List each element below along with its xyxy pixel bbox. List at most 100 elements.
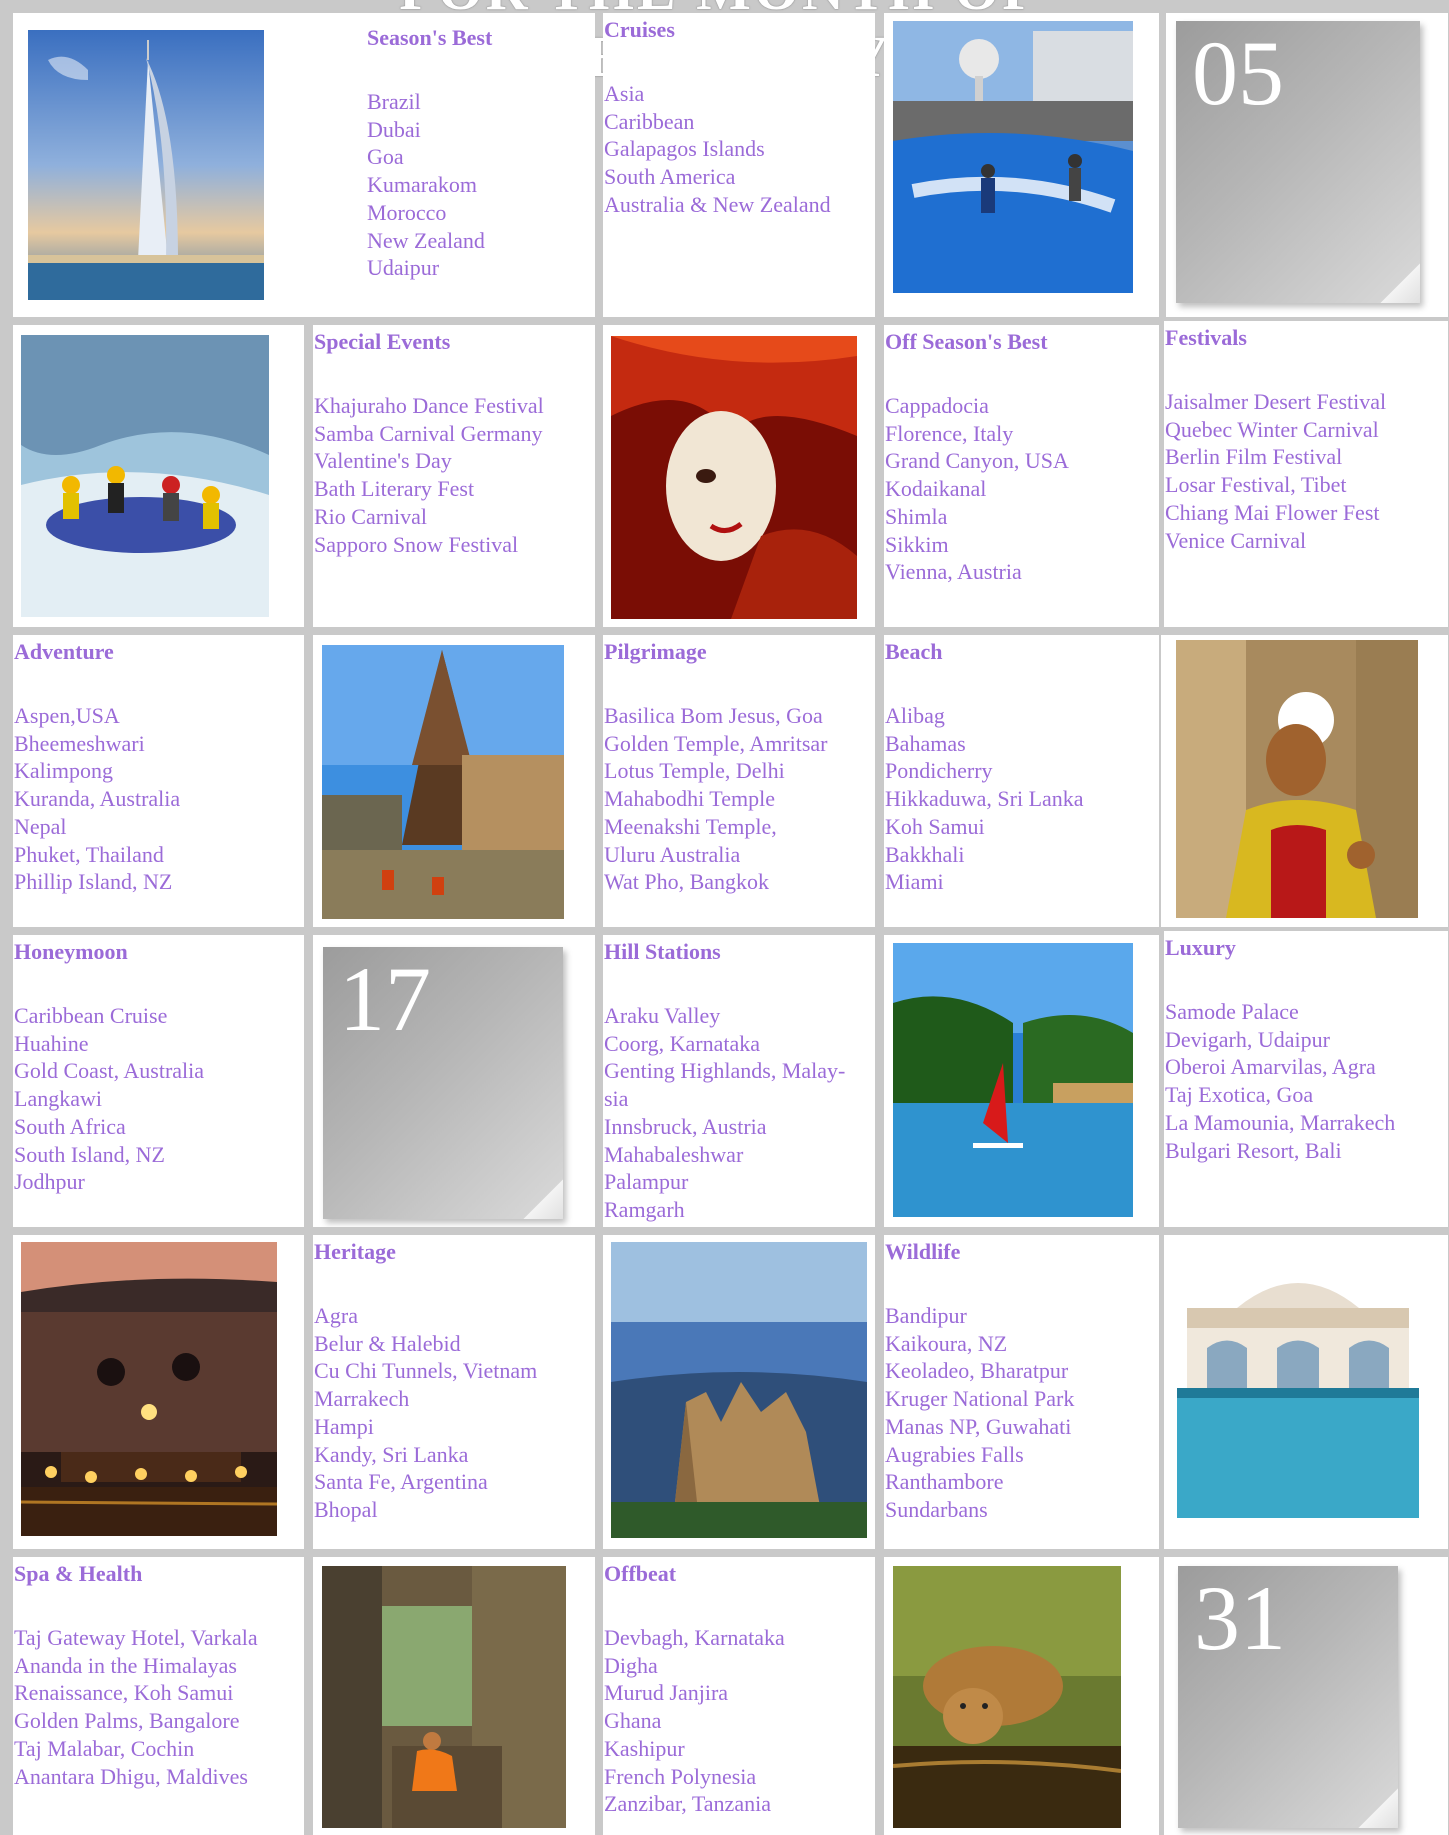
festivals-link[interactable]: Losar Festival, Tibet xyxy=(1165,472,1347,497)
adventure-link[interactable]: Nepal xyxy=(14,814,67,839)
list-item[interactable]: Taj Malabar, Cochin xyxy=(14,1735,304,1763)
luxury-link[interactable]: La Mamounia, Marrakech xyxy=(1165,1110,1395,1135)
list-item[interactable]: Langkawi xyxy=(14,1085,304,1113)
wildlife-link[interactable]: Ranthambore xyxy=(885,1469,1004,1494)
offbeat-link[interactable]: Devbagh, Karnataka xyxy=(604,1625,785,1650)
heritage-link[interactable]: Santa Fe, Argentina xyxy=(314,1469,488,1494)
list-item[interactable]: Innsbruck, Austria xyxy=(604,1113,875,1141)
list-item[interactable]: Meenakshi Temple, xyxy=(604,813,875,841)
list-item[interactable]: Manas NP, Guwahati xyxy=(885,1413,1159,1441)
special-events-link[interactable]: Valentine's Day xyxy=(314,448,452,473)
seasons-best-link[interactable]: Kumarakom xyxy=(367,172,477,197)
list-item[interactable]: Bulgari Resort, Bali xyxy=(1165,1137,1448,1165)
list-item[interactable]: Keoladeo, Bharatpur xyxy=(885,1357,1159,1385)
hill-stations-link[interactable]: Genting Highlands, Malay- xyxy=(604,1058,845,1083)
list-item[interactable]: Losar Festival, Tibet xyxy=(1165,471,1448,499)
list-item[interactable]: South Island, NZ xyxy=(14,1141,304,1169)
list-item[interactable]: Belur & Halebid xyxy=(314,1330,595,1358)
spa-link[interactable]: Ananda in the Himalayas xyxy=(14,1653,237,1678)
list-item[interactable]: Basilica Bom Jesus, Goa xyxy=(604,702,875,730)
list-item[interactable]: Golden Palms, Bangalore xyxy=(14,1707,304,1735)
wildlife-link[interactable]: Augrabies Falls xyxy=(885,1442,1024,1467)
wildlife-link[interactable]: Bandipur xyxy=(885,1303,967,1328)
list-item[interactable]: Kuranda, Australia xyxy=(14,785,304,813)
list-item[interactable]: Bhopal xyxy=(314,1496,595,1524)
list-item[interactable]: Hampi xyxy=(314,1413,595,1441)
list-item[interactable]: Florence, Italy xyxy=(885,420,1159,448)
adventure-link[interactable]: Phillip Island, NZ xyxy=(14,869,172,894)
list-item[interactable]: South America xyxy=(604,163,875,191)
list-item[interactable]: Sapporo Snow Festival xyxy=(314,531,595,559)
offbeat-link[interactable]: Zanzibar, Tanzania xyxy=(604,1791,771,1816)
special-events-link[interactable]: Khajuraho Dance Festival xyxy=(314,393,544,418)
list-item[interactable]: Kalimpong xyxy=(14,757,304,785)
festivals-link[interactable]: Jaisalmer Desert Festival xyxy=(1165,389,1386,414)
spa-link[interactable]: Anantara Dhigu, Maldives xyxy=(14,1764,248,1789)
offbeat-link[interactable]: Ghana xyxy=(604,1708,661,1733)
festivals-link[interactable]: Quebec Winter Carnival xyxy=(1165,417,1379,442)
list-item[interactable]: Ranthambore xyxy=(885,1468,1159,1496)
list-item[interactable]: La Mamounia, Marrakech xyxy=(1165,1109,1448,1137)
seasons-best-link[interactable]: Goa xyxy=(367,144,404,169)
heritage-link[interactable]: Bhopal xyxy=(314,1497,378,1522)
list-item[interactable]: Devbagh, Karnataka xyxy=(604,1624,875,1652)
adventure-link[interactable]: Kuranda, Australia xyxy=(14,786,180,811)
wildlife-link[interactable]: Kruger National Park xyxy=(885,1386,1074,1411)
hill-stations-link[interactable]: Palampur xyxy=(604,1169,688,1194)
luxury-link[interactable]: Samode Palace xyxy=(1165,999,1299,1024)
offbeat-link[interactable]: French Polynesia xyxy=(604,1764,756,1789)
cruises-link[interactable]: Caribbean xyxy=(604,109,694,134)
seasons-best-link[interactable]: Brazil xyxy=(367,89,421,114)
luxury-link[interactable]: Devigarh, Udaipur xyxy=(1165,1027,1330,1052)
list-item[interactable]: Taj Exotica, Goa xyxy=(1165,1081,1448,1109)
list-item[interactable]: Jodhpur xyxy=(14,1168,304,1196)
list-item[interactable]: Khajuraho Dance Festival xyxy=(314,392,595,420)
list-item[interactable]: sia xyxy=(604,1085,875,1113)
list-item[interactable]: Australia & New Zealand xyxy=(604,191,875,219)
list-item[interactable]: Sikkim xyxy=(885,531,1159,559)
list-item[interactable]: Kodaikanal xyxy=(885,475,1159,503)
pilgrimage-link[interactable]: Wat Pho, Bangkok xyxy=(604,869,769,894)
cruises-link[interactable]: Galapagos Islands xyxy=(604,136,765,161)
list-item[interactable]: Berlin Film Festival xyxy=(1165,443,1448,471)
hill-stations-link[interactable]: Mahabaleshwar xyxy=(604,1142,743,1167)
off-season-link[interactable]: Sikkim xyxy=(885,532,949,557)
list-item[interactable]: Uluru Australia xyxy=(604,841,875,869)
list-item[interactable]: Valentine's Day xyxy=(314,447,595,475)
list-item[interactable]: Phuket, Thailand xyxy=(14,841,304,869)
list-item[interactable]: Mahabaleshwar xyxy=(604,1141,875,1169)
wildlife-link[interactable]: Keoladeo, Bharatpur xyxy=(885,1358,1068,1383)
hill-stations-link[interactable]: Araku Valley xyxy=(604,1003,720,1028)
wildlife-link[interactable]: Manas NP, Guwahati xyxy=(885,1414,1071,1439)
luxury-link[interactable]: Taj Exotica, Goa xyxy=(1165,1082,1313,1107)
festivals-link[interactable]: Venice Carnival xyxy=(1165,528,1306,553)
list-item[interactable]: New Zealand xyxy=(367,227,586,255)
seasons-best-link[interactable]: New Zealand xyxy=(367,228,485,253)
list-item[interactable]: Kashipur xyxy=(604,1735,875,1763)
list-item[interactable]: Cappadocia xyxy=(885,392,1159,420)
list-item[interactable]: Sundarbans xyxy=(885,1496,1159,1524)
list-item[interactable]: Bheemeshwari xyxy=(14,730,304,758)
list-item[interactable]: Kaikoura, NZ xyxy=(885,1330,1159,1358)
cruises-link[interactable]: Australia & New Zealand xyxy=(604,192,831,217)
list-item[interactable]: Kandy, Sri Lanka xyxy=(314,1441,595,1469)
seasons-best-link[interactable]: Morocco xyxy=(367,200,446,225)
pilgrimage-link[interactable]: Uluru Australia xyxy=(604,842,740,867)
wildlife-link[interactable]: Kaikoura, NZ xyxy=(885,1331,1007,1356)
list-item[interactable]: Galapagos Islands xyxy=(604,135,875,163)
heritage-link[interactable]: Belur & Halebid xyxy=(314,1331,461,1356)
off-season-link[interactable]: Grand Canyon, USA xyxy=(885,448,1069,473)
special-events-link[interactable]: Bath Literary Fest xyxy=(314,476,474,501)
list-item[interactable]: Phillip Island, NZ xyxy=(14,868,304,896)
cruises-link[interactable]: South America xyxy=(604,164,735,189)
list-item[interactable]: Morocco xyxy=(367,199,586,227)
list-item[interactable]: Renaissance, Koh Samui xyxy=(14,1679,304,1707)
list-item[interactable]: Vienna, Austria xyxy=(885,558,1159,586)
seasons-best-link[interactable]: Dubai xyxy=(367,117,421,142)
list-item[interactable]: Huahine xyxy=(14,1030,304,1058)
luxury-link[interactable]: Bulgari Resort, Bali xyxy=(1165,1138,1342,1163)
beach-link[interactable]: Pondicherry xyxy=(885,758,993,783)
beach-link[interactable]: Alibag xyxy=(885,703,945,728)
adventure-link[interactable]: Aspen,USA xyxy=(14,703,120,728)
heritage-link[interactable]: Marrakech xyxy=(314,1386,409,1411)
